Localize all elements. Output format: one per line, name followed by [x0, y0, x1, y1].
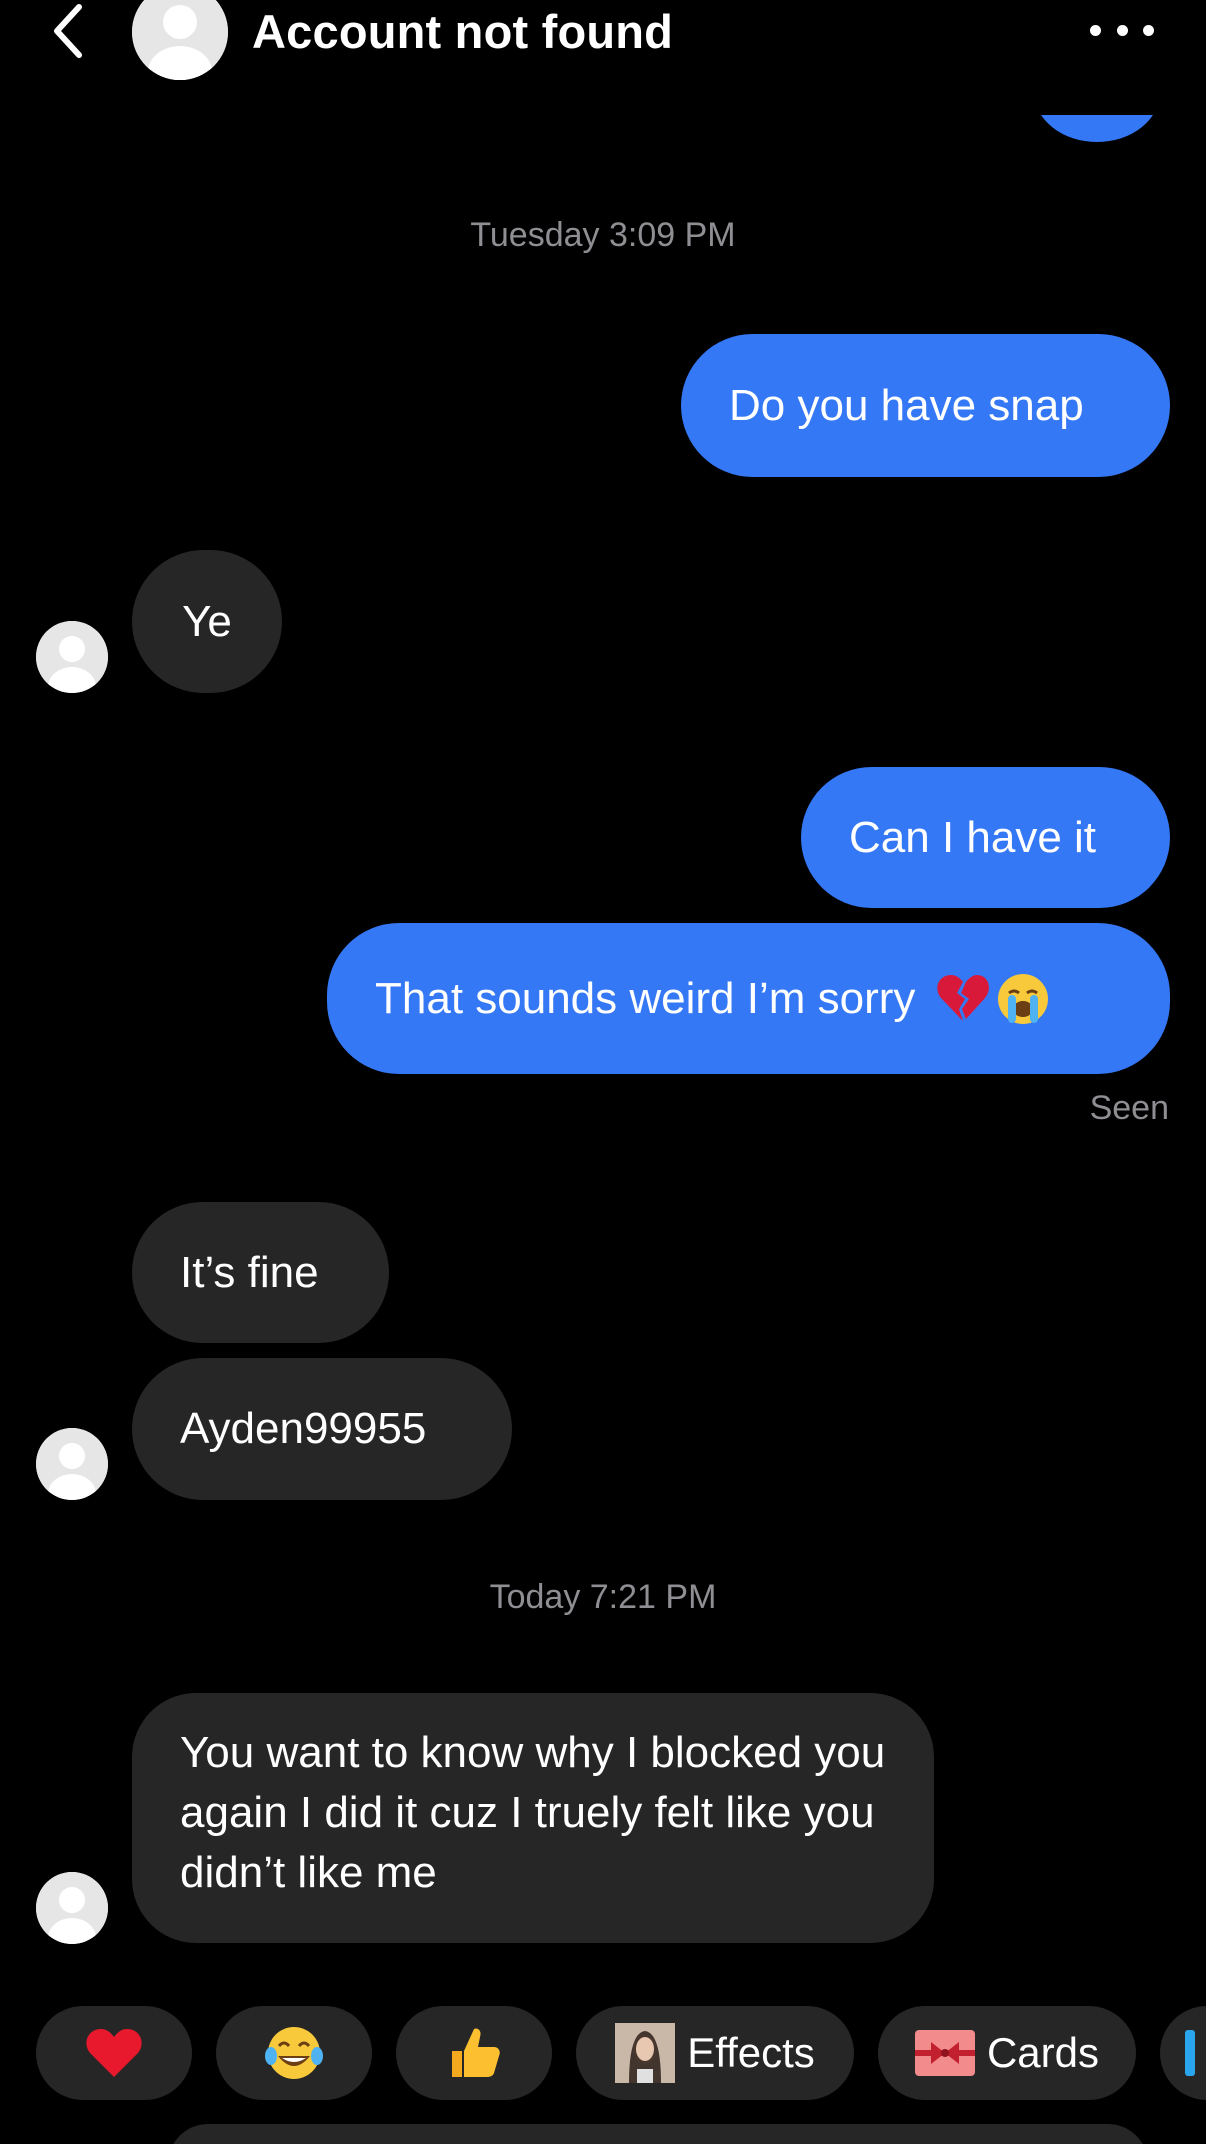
default-user-icon [36, 1428, 108, 1500]
default-user-icon [36, 621, 108, 693]
tears-of-joy-icon [265, 2027, 323, 2079]
loudly-crying-face-icon [998, 973, 1049, 1024]
cards-button[interactable]: Cards [878, 2006, 1136, 2100]
thumbs-up-reaction-button[interactable] [396, 2006, 552, 2100]
incoming-message[interactable]: You want to know why I blocked you again… [132, 1693, 934, 1943]
default-user-icon [132, 0, 228, 80]
incoming-message[interactable]: Ye [132, 550, 282, 693]
gift-card-icon [914, 2030, 975, 2076]
timestamp: Today 7:21 PM [489, 1578, 717, 1616]
partial-chip-icon [1185, 2030, 1195, 2076]
back-button[interactable] [40, 0, 96, 62]
sender-avatar[interactable] [36, 1428, 108, 1500]
outgoing-message[interactable]: That sounds weird I’m sorry [327, 923, 1170, 1074]
default-user-icon [36, 1872, 108, 1944]
message-text: Ayden99955 [180, 1404, 427, 1453]
seen-indicator: Seen [1089, 1089, 1169, 1127]
laugh-reaction-button[interactable] [216, 2006, 372, 2100]
sender-avatar[interactable] [36, 1872, 108, 1944]
chevron-left-icon [54, 4, 82, 58]
incoming-message[interactable]: Ayden99955 [132, 1358, 512, 1500]
ellipsis-dot [1116, 24, 1128, 36]
heart-reaction-button[interactable] [36, 2006, 192, 2100]
chat-screen: Account not found Tuesday 3:09 PM Do you… [0, 0, 1206, 2144]
message-text: Do you have snap [729, 380, 1084, 430]
message-text: Can I have it [849, 812, 1097, 862]
page-title[interactable]: Account not found [252, 4, 673, 59]
outgoing-message[interactable]: Can I have it [801, 767, 1170, 908]
effects-thumbnail-icon [615, 2023, 676, 2083]
more-options-button[interactable] [1090, 12, 1154, 48]
effects-button[interactable]: Effects [576, 2006, 854, 2100]
incoming-message[interactable]: It’s fine [132, 1202, 389, 1343]
message-text: That sounds weird I’m sorry [375, 973, 916, 1023]
message-input[interactable] [168, 2124, 1148, 2144]
message-text: You want to know why I blocked you again… [180, 1728, 886, 1897]
message-text: It’s fine [180, 1247, 319, 1297]
ellipsis-dot [1143, 24, 1154, 36]
more-actions-chip[interactable] [1160, 2006, 1206, 2100]
sender-avatar[interactable] [36, 621, 108, 693]
effects-label: Effects [687, 2029, 815, 2076]
outgoing-message[interactable]: Do you have snap [681, 334, 1170, 477]
message-text: Ye [182, 596, 232, 646]
thumbs-up-icon [452, 2028, 500, 2077]
heart-icon [86, 2029, 142, 2077]
broken-heart-icon [937, 974, 990, 1021]
avatar[interactable] [132, 0, 228, 80]
timestamp: Tuesday 3:09 PM [470, 216, 736, 254]
chat-header: Account not found [0, 0, 1206, 80]
ellipsis-icon [1090, 24, 1101, 36]
cards-label: Cards [986, 2029, 1100, 2076]
